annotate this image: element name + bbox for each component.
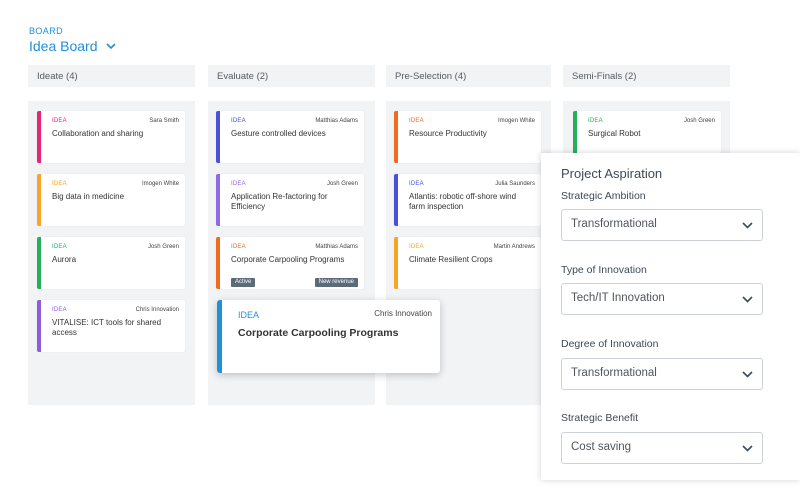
select-value: Cost saving [571, 441, 632, 453]
card-title: VITALISE: ICT tools for shared access [52, 318, 162, 337]
card-tag: IDEA [52, 307, 67, 313]
card-color-stripe [37, 300, 41, 352]
card-owner: Matthias Adams [315, 244, 358, 250]
chevron-down-icon [105, 42, 116, 49]
card-color-stripe [37, 174, 41, 226]
card-owner: Martin Andrews [493, 244, 535, 250]
card-color-stripe [394, 237, 398, 289]
idea-card[interactable]: IDEA Matthias Adams Gesture controlled d… [216, 111, 364, 163]
column-header-ideate[interactable]: Ideate (4) [28, 65, 195, 87]
idea-card[interactable]: IDEA Sara Smith Collaboration and sharin… [37, 111, 185, 163]
chevron-down-icon [742, 296, 753, 303]
strategic-ambition-select[interactable]: Transformational [561, 209, 763, 241]
card-color-stripe [37, 111, 41, 163]
strategic-benefit-select[interactable]: Cost saving [561, 432, 763, 464]
card-color-stripe [394, 174, 398, 226]
select-value: Transformational [571, 367, 657, 379]
card-owner: Matthias Adams [315, 118, 358, 124]
card-owner: Josh Green [683, 118, 715, 124]
project-aspiration-panel: Project Aspiration Strategic Ambition Tr… [541, 153, 800, 480]
card-owner: Josh Green [147, 244, 179, 250]
select-value: Transformational [571, 218, 657, 230]
card-owner: Josh Green [326, 181, 358, 187]
idea-card[interactable]: IDEA Matthias Adams Corporate Carpooling… [216, 237, 364, 289]
column-header-pre-selection[interactable]: Pre-Selection (4) [386, 65, 551, 87]
card-title: Surgical Robot [588, 129, 641, 138]
card-color-stripe [37, 237, 41, 289]
dragging-idea-card[interactable]: IDEA Chris Innovation Corporate Carpooli… [217, 300, 440, 373]
card-color-stripe [394, 111, 398, 163]
chevron-down-icon [742, 445, 753, 452]
chevron-down-icon [742, 371, 753, 378]
card-tag: IDEA [238, 310, 260, 320]
board-title: Idea Board [29, 38, 98, 54]
board-selector[interactable]: Idea Board [29, 38, 116, 54]
card-color-stripe [216, 174, 220, 226]
card-title: Climate Resilient Crops [409, 255, 493, 264]
card-title: Gesture controlled devices [231, 129, 326, 138]
card-title: Aurora [52, 255, 77, 264]
field-label-degree-of-innovation: Degree of Innovation [561, 338, 659, 350]
field-label-strategic-benefit: Strategic Benefit [561, 412, 639, 424]
card-color-stripe [217, 300, 222, 373]
card-title: Corporate Carpooling Programs [238, 327, 399, 339]
column-header-evaluate[interactable]: Evaluate (2) [208, 65, 375, 87]
card-title: Resource Productivity [409, 129, 487, 138]
card-title: Big data in medicine [52, 192, 125, 201]
card-tag: IDEA [409, 244, 424, 250]
card-owner: Imogen White [141, 181, 179, 187]
card-color-stripe [216, 111, 220, 163]
idea-card[interactable]: IDEA Imogen White Resource Productivity [394, 111, 541, 163]
field-label-type-of-innovation: Type of Innovation [561, 264, 647, 276]
select-value: Tech/IT Innovation [571, 292, 665, 304]
column-header-semi-finals[interactable]: Semi-Finals (2) [563, 65, 730, 87]
card-owner: Sara Smith [149, 118, 179, 124]
card-tag: IDEA [231, 118, 246, 124]
field-label-strategic-ambition: Strategic Ambition [561, 190, 646, 202]
idea-card[interactable]: IDEA Imogen White Big data in medicine [37, 174, 185, 226]
board-label: BOARD [29, 26, 64, 36]
card-tag: IDEA [231, 244, 246, 250]
status-badge: Active [231, 278, 256, 287]
idea-card[interactable]: IDEA Martin Andrews Climate Resilient Cr… [394, 237, 541, 289]
card-owner: Imogen White [497, 118, 535, 124]
card-tag: IDEA [588, 118, 603, 124]
card-tag: IDEA [409, 181, 424, 187]
card-owner: Chris Innovation [374, 309, 432, 318]
idea-card[interactable]: IDEA Josh Green Application Re-factoring… [216, 174, 364, 226]
idea-card[interactable]: IDEA Josh Green Aurora [37, 237, 185, 289]
card-owner: Julia Saunders [495, 181, 535, 187]
card-title: Atlantis: robotic off-shore wind farm in… [409, 192, 517, 211]
idea-card[interactable]: IDEA Julia Saunders Atlantis: robotic of… [394, 174, 541, 226]
idea-board-screen: BOARD Idea Board Ideate (4) Evaluate (2)… [0, 0, 800, 494]
degree-of-innovation-select[interactable]: Transformational [561, 358, 763, 390]
panel-title: Project Aspiration [561, 166, 663, 181]
card-tag: IDEA [52, 118, 67, 124]
card-title: Collaboration and sharing [52, 129, 144, 138]
card-tag: IDEA [409, 118, 424, 124]
card-tag: IDEA [52, 244, 67, 250]
idea-card[interactable]: IDEA Chris Innovation VITALISE: ICT tool… [37, 300, 185, 352]
card-title: Application Re-factoring for Efficiency [231, 192, 328, 211]
category-badge: New revenue [314, 278, 358, 287]
card-title: Corporate Carpooling Programs [231, 255, 345, 264]
card-owner: Chris Innovation [135, 307, 179, 313]
type-of-innovation-select[interactable]: Tech/IT Innovation [561, 283, 763, 315]
chevron-down-icon [742, 222, 753, 229]
card-tag: IDEA [52, 181, 67, 187]
card-color-stripe [216, 237, 220, 289]
card-tag: IDEA [231, 181, 246, 187]
